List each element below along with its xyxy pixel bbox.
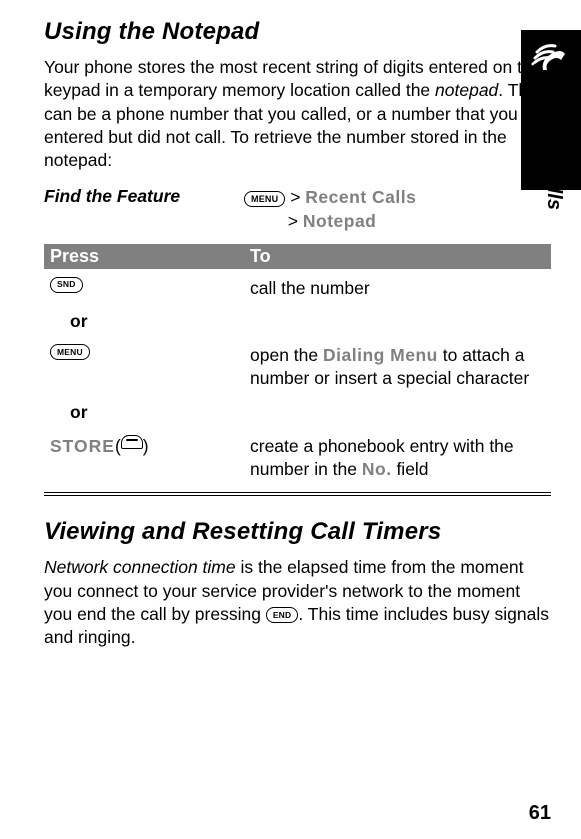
snd-key-icon: SND [50, 277, 83, 293]
col-header-press: Press [50, 246, 250, 267]
menu-key-icon: MENU [244, 191, 285, 207]
end-key-icon: END [266, 607, 299, 623]
store-label: STORE [50, 435, 115, 458]
text: open the [250, 345, 323, 365]
row1-desc: call the number [250, 277, 545, 300]
find-the-feature: Find the Feature MENU > Recent Calls > N… [44, 186, 551, 233]
menu-notepad: Notepad [303, 211, 377, 231]
gt: > [290, 187, 300, 207]
or-separator: or [44, 307, 551, 336]
page-number: 61 [529, 802, 551, 825]
table-header: Press To [44, 244, 551, 269]
network-term: Network connection time [44, 557, 236, 577]
feature-label: Find the Feature [44, 186, 244, 207]
feature-path: MENU > Recent Calls > Notepad [244, 186, 416, 233]
heading-notepad: Using the Notepad [44, 18, 551, 46]
table-row: MENU open the Dialing Menu to attach a n… [44, 336, 551, 398]
menu-key-icon: MENU [50, 344, 90, 360]
intro-paragraph-b: Network connection time is the elapsed t… [44, 556, 551, 649]
paren: ( [115, 435, 121, 458]
notepad-term: notepad [435, 80, 498, 100]
table-row: STORE () create a phonebook entry with t… [44, 427, 551, 489]
menu-recent-calls: Recent Calls [305, 187, 416, 207]
col-header-to: To [250, 246, 545, 267]
menu-dialing-menu: Dialing Menu [323, 345, 438, 365]
paren: ) [143, 435, 149, 458]
intro-paragraph-a: Your phone stores the most recent string… [44, 56, 551, 172]
table-end-rule [44, 492, 551, 496]
heading-timers: Viewing and Resetting Call Timers [44, 518, 551, 546]
row2-desc: open the Dialing Menu to attach a number… [250, 344, 545, 390]
or-separator: or [44, 398, 551, 427]
gt: > [288, 211, 298, 231]
row3-desc: create a phonebook entry with the number… [250, 435, 545, 481]
menu-no-field: No. [362, 459, 392, 479]
table-row: SND call the number [44, 269, 551, 308]
text: field [392, 459, 429, 479]
softkey-icon [121, 435, 143, 449]
